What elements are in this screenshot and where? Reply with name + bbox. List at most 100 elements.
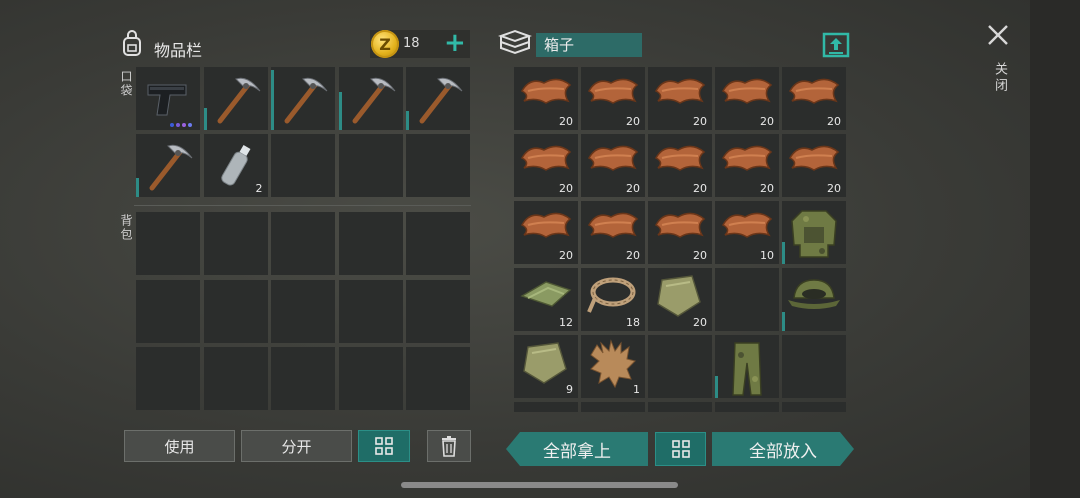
leather-icon (721, 212, 773, 238)
box-slot[interactable] (782, 268, 846, 331)
backpack-slot[interactable] (406, 212, 470, 275)
durability-bar (136, 178, 139, 197)
split-button[interactable]: 分开 (241, 430, 352, 462)
pocket-slot[interactable] (406, 67, 470, 130)
box-slot[interactable]: 20 (581, 67, 645, 130)
box-slot[interactable] (514, 402, 578, 412)
backpack-slot[interactable] (271, 347, 335, 410)
quality-dot (170, 123, 174, 127)
item-count: 20 (559, 115, 573, 128)
pickaxe-icon (149, 144, 193, 191)
box-slot[interactable]: 18 (581, 268, 645, 331)
backpack-slot[interactable] (203, 279, 268, 343)
pocket-divider (134, 205, 471, 206)
pocket-slot[interactable] (338, 134, 403, 197)
backpack-slot[interactable] (136, 212, 200, 275)
backpack-slot[interactable] (406, 347, 470, 410)
pocket-slot[interactable] (136, 134, 200, 197)
backpack-slot[interactable] (203, 212, 268, 275)
pocket-slot[interactable] (136, 67, 200, 130)
box-slot[interactable] (715, 402, 779, 412)
close-label[interactable]: 关闭 (990, 62, 1009, 94)
item-count: 20 (693, 316, 707, 329)
pocket-slot[interactable]: 2 (203, 134, 268, 197)
leather-icon (788, 78, 840, 104)
box-slot[interactable] (782, 201, 846, 264)
sort-inventory-button[interactable] (358, 430, 410, 462)
pickaxe-icon (217, 77, 260, 124)
upload-icon[interactable] (822, 31, 850, 59)
pocket-slot[interactable] (338, 67, 403, 130)
box-slot[interactable]: 20 (648, 134, 712, 197)
box-slot[interactable]: 20 (581, 201, 645, 264)
box-slot[interactable] (648, 402, 712, 412)
box-slot[interactable]: 20 (648, 67, 712, 130)
backpack-slot[interactable] (338, 279, 403, 343)
backpack-slot[interactable] (136, 279, 200, 343)
pocket-label: 口袋 (119, 70, 133, 98)
pocket-slot[interactable] (271, 134, 335, 197)
item-count: 20 (626, 249, 640, 262)
box-slot[interactable]: 10 (715, 201, 779, 264)
item-count: 20 (626, 115, 640, 128)
camo-hat-icon (788, 279, 840, 309)
box-slot[interactable]: 20 (648, 268, 712, 331)
backpack-slot[interactable] (203, 347, 268, 410)
box-slot[interactable]: 20 (581, 134, 645, 197)
pistol-icon (147, 84, 187, 116)
box-slot[interactable] (715, 268, 779, 331)
backpack-slot[interactable] (338, 212, 403, 275)
box-slot[interactable] (648, 335, 712, 398)
add-coins-button[interactable]: + (444, 30, 466, 56)
box-slot[interactable] (581, 402, 645, 412)
leather-icon (520, 145, 572, 171)
backpack-slot[interactable] (406, 279, 470, 343)
backpack-slot[interactable] (271, 212, 335, 275)
pocket-slot[interactable] (406, 134, 470, 197)
item-count: 20 (559, 249, 573, 262)
take-all-label: 全部拿上 (543, 441, 611, 462)
box-slot[interactable]: 1 (581, 335, 645, 398)
cloth-icon (520, 281, 572, 307)
box-slot[interactable] (782, 335, 846, 398)
item-count: 20 (827, 115, 841, 128)
item-count: 2 (255, 182, 263, 195)
item-count: 20 (626, 182, 640, 195)
box-slot[interactable] (782, 402, 846, 412)
take-all-button[interactable]: 全部拿上 (506, 432, 648, 466)
sort-box-button[interactable] (655, 432, 706, 466)
trash-icon (442, 436, 456, 457)
box-slot[interactable]: 20 (648, 201, 712, 264)
box-slot[interactable]: 20 (514, 67, 578, 130)
box-slot[interactable]: 12 (514, 268, 578, 331)
backpack-slot[interactable] (271, 279, 335, 343)
durability-bar (406, 111, 409, 130)
box-slot[interactable]: 20 (782, 67, 846, 130)
item-count: 20 (760, 182, 774, 195)
item-count: 10 (760, 249, 774, 262)
box-slot[interactable]: 9 (514, 335, 578, 398)
inventory-title: 物品栏 (154, 41, 203, 60)
box-slot[interactable]: 20 (715, 134, 779, 197)
coin-count: 18 (403, 36, 420, 51)
put-all-button[interactable]: 全部放入 (712, 432, 854, 466)
box-slot[interactable]: 20 (715, 67, 779, 130)
backpack-slot[interactable] (136, 347, 200, 410)
item-count: 20 (693, 115, 707, 128)
item-count: 20 (827, 182, 841, 195)
box-slot[interactable]: 20 (782, 134, 846, 197)
box-slot[interactable]: 20 (514, 201, 578, 264)
camo-jacket-icon (791, 210, 837, 258)
pocket-slot[interactable] (271, 67, 335, 130)
pocket-slot[interactable] (203, 67, 268, 130)
cloth-scrap-icon (523, 342, 567, 384)
box-slot[interactable]: 20 (514, 134, 578, 197)
box-slot[interactable] (715, 335, 779, 398)
use-button[interactable]: 使用 (124, 430, 235, 462)
pickaxe-icon (352, 77, 395, 124)
trash-button[interactable] (427, 430, 471, 462)
item-count: 18 (626, 316, 640, 329)
durability-bar (715, 376, 718, 398)
backpack-slot[interactable] (338, 347, 403, 410)
close-icon[interactable] (987, 24, 1009, 46)
